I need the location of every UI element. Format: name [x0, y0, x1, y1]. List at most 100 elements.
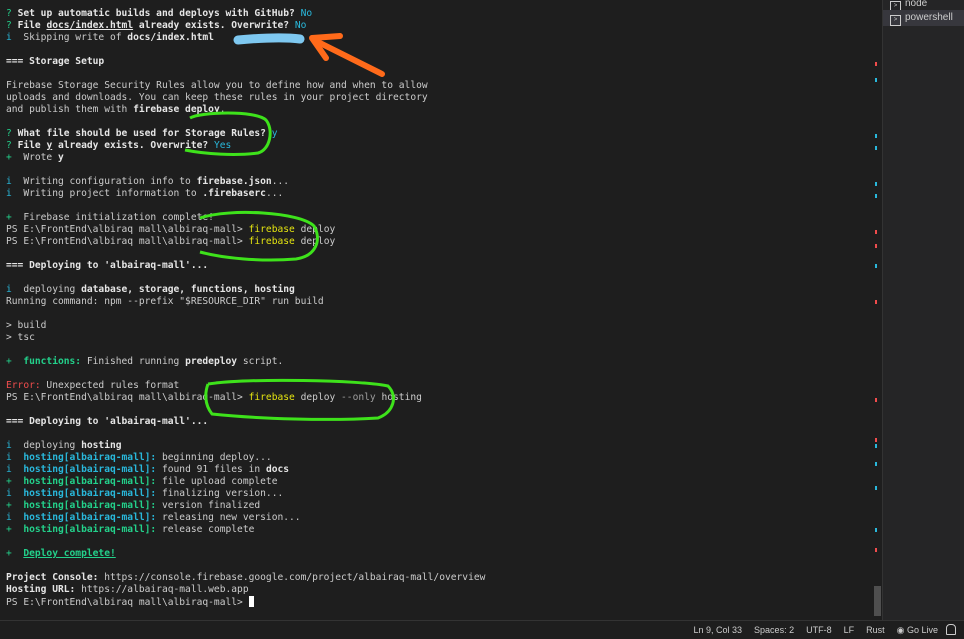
terminal-text: file upload complete	[156, 476, 278, 487]
terminal-text: hosting	[375, 392, 422, 403]
terminal-line: i Writing configuration info to firebase…	[6, 176, 485, 188]
terminal-text: i	[6, 512, 24, 523]
terminal-text: PS E:\FrontEnd\albiraq mall\albiraq-mall…	[6, 236, 249, 247]
terminal-text: deploy	[294, 236, 336, 247]
terminal-output: ? Set up automatic builds and deploys wi…	[6, 8, 485, 608]
terminal-text: ?	[6, 140, 18, 151]
ruler-mark	[875, 462, 877, 466]
terminal-line: PS E:\FrontEnd\albiraq mall\albiraq-mall…	[6, 236, 485, 248]
notifications-bell-icon[interactable]	[946, 624, 956, 635]
ruler-mark	[875, 528, 877, 532]
terminal-text: and publish them with	[6, 104, 134, 115]
terminal-text: firebase	[248, 224, 295, 235]
terminal-text: Writing project information to	[23, 188, 203, 199]
terminal-text: i	[6, 284, 24, 295]
terminal-text: Wrote	[23, 152, 58, 163]
terminal-text: hosting	[81, 440, 122, 451]
terminal-text: === Deploying to 'albairaq-mall'...	[6, 416, 209, 427]
terminal-text: database, storage, functions, hosting	[81, 284, 295, 295]
terminal-text: Deploy complete!	[23, 548, 116, 559]
terminal-line: i hosting[albairaq-mall]: found 91 files…	[6, 464, 485, 476]
terminal-text: script.	[237, 356, 284, 367]
terminal-text: predeploy	[185, 356, 238, 367]
terminal-text: https://albairaq-mall.web.app	[75, 584, 249, 595]
terminal-text: Set up automatic builds and deploys with…	[17, 8, 301, 19]
ruler-mark	[875, 244, 877, 248]
terminal-text: hosting[albairaq-mall]:	[23, 512, 157, 523]
terminal-text: > build	[6, 320, 47, 331]
terminal-line: > build	[6, 320, 485, 332]
terminal-scrollbar-thumb[interactable]	[874, 586, 881, 616]
terminal-text: Unexpected rules format	[40, 380, 180, 391]
terminal-text: i	[6, 464, 24, 475]
terminal-text: releasing new version...	[156, 512, 301, 523]
terminal-text: Hosting URL:	[6, 584, 76, 595]
language-mode[interactable]: Rust	[866, 625, 885, 635]
ruler-mark	[875, 398, 877, 402]
terminal-line: Firebase Storage Security Rules allow yo…	[6, 80, 485, 92]
terminal-text: already exists. Overwrite?	[52, 140, 214, 151]
terminal-text: hosting[albairaq-mall]:	[23, 500, 157, 511]
terminal-text: What file should be used for Storage Rul…	[17, 128, 272, 139]
terminal-text: hosting[albairaq-mall]:	[23, 476, 157, 487]
terminal-text: firebase	[248, 392, 295, 403]
terminal-text: +	[6, 548, 24, 559]
terminal-text: PS E:\FrontEnd\albiraq mall\albiraq-mall…	[6, 224, 249, 235]
terminal-text: deploying	[23, 440, 82, 451]
terminal-line: i hosting[albairaq-mall]: finalizing ver…	[6, 488, 485, 500]
terminal-text: ...	[265, 188, 284, 199]
ruler-mark	[875, 78, 877, 82]
indentation-setting[interactable]: Spaces: 2	[754, 625, 794, 635]
terminal-text: Finished running	[81, 356, 186, 367]
terminal-text: Error:	[6, 380, 41, 391]
ruler-mark	[875, 182, 877, 186]
terminal-text: i	[6, 440, 24, 451]
terminal-line: and publish them with firebase deploy.	[6, 104, 485, 116]
terminal-text: deploying	[23, 284, 82, 295]
terminal-text: deploy	[294, 224, 336, 235]
terminal-text: +	[6, 500, 24, 511]
terminal-line: Error: Unexpected rules format	[6, 380, 485, 392]
terminal-panel[interactable]: ? Set up automatic builds and deploys wi…	[0, 0, 872, 620]
terminal-line: ? Set up automatic builds and deploys wi…	[6, 8, 485, 20]
terminal-tab-list: > node > powershell	[882, 0, 964, 620]
terminal-text: version finalized	[156, 500, 261, 511]
terminal-text: Skipping write of	[23, 32, 128, 43]
terminal-line: PS E:\FrontEnd\albiraq mall\albiraq-mall…	[6, 224, 485, 236]
terminal-tab-powershell[interactable]: > powershell	[883, 10, 964, 26]
terminal-cursor	[248, 596, 254, 607]
terminal-text: docs/index.html	[46, 20, 134, 31]
terminal-line: ? What file should be used for Storage R…	[6, 128, 485, 140]
terminal-text: firebase	[248, 236, 295, 247]
ruler-mark	[875, 134, 877, 138]
cursor-position[interactable]: Ln 9, Col 33	[694, 625, 743, 635]
terminal-text: +	[6, 152, 24, 163]
ruler-mark	[875, 62, 877, 66]
file-encoding[interactable]: UTF-8	[806, 625, 832, 635]
terminal-text: already exists. Overwrite?	[133, 20, 295, 31]
terminal-line: PS E:\FrontEnd\albiraq mall\albiraq-mall…	[6, 392, 485, 404]
terminal-line: + functions: Finished running predeploy …	[6, 356, 485, 368]
terminal-text: ?	[6, 20, 18, 31]
terminal-line: Running command: npm --prefix "$RESOURCE…	[6, 296, 485, 308]
end-of-line[interactable]: LF	[844, 625, 855, 635]
terminal-line: i Skipping write of docs/index.html	[6, 32, 485, 44]
terminal-line: uploads and downloads. You can keep thes…	[6, 92, 485, 104]
terminal-icon: >	[890, 15, 901, 26]
terminal-text: https://console.firebase.google.com/proj…	[98, 572, 486, 583]
terminal-line: Project Console: https://console.firebas…	[6, 572, 485, 584]
terminal-text: i	[6, 176, 24, 187]
ruler-mark	[875, 194, 877, 198]
terminal-text: +	[6, 476, 24, 487]
terminal-text: functions:	[23, 356, 82, 367]
terminal-text: +	[6, 212, 24, 223]
go-live-button[interactable]: ◉ Go Live	[897, 625, 938, 636]
terminal-text: i	[6, 32, 24, 43]
status-bar: Ln 9, Col 33 Spaces: 2 UTF-8 LF Rust ◉ G…	[0, 620, 964, 639]
